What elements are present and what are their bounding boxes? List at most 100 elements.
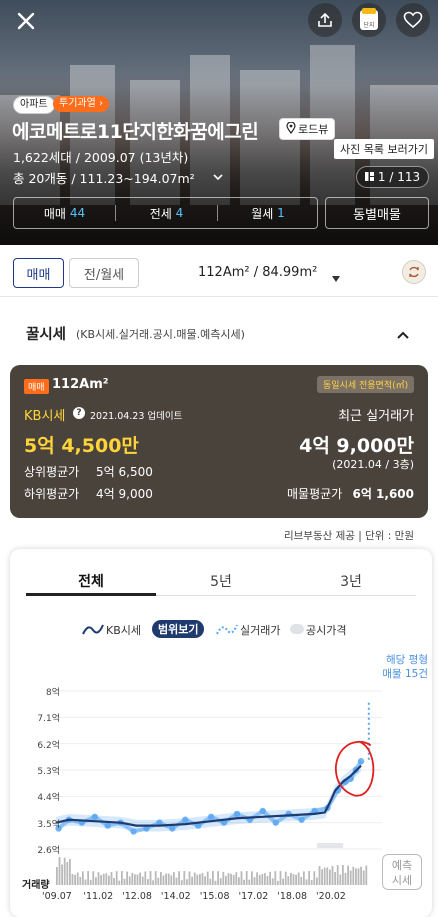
x-tick-label: '14.02 bbox=[160, 891, 191, 902]
tab-monthly[interactable]: 월세 1 bbox=[218, 198, 318, 228]
volume-bar bbox=[342, 865, 344, 885]
favorite-heart-icon[interactable] bbox=[396, 3, 430, 37]
volume-bar bbox=[316, 877, 318, 885]
chart-tab-indicator bbox=[26, 593, 156, 596]
volume-bar bbox=[76, 872, 79, 885]
tab-jeonse[interactable]: 전세 4 bbox=[116, 198, 217, 228]
recent-trade-date: (2021.04 / 3층) bbox=[332, 458, 414, 471]
volume-bar bbox=[108, 875, 110, 885]
section-subtitle: (KB시세.실거래.공시.매물.예측시세) bbox=[76, 328, 245, 341]
y-tick-label: 7.1억 bbox=[37, 714, 60, 725]
x-tick-label: '20.02 bbox=[316, 891, 346, 902]
volume-bar bbox=[274, 871, 277, 885]
volume-bar bbox=[323, 867, 326, 885]
volume-bar bbox=[235, 872, 238, 885]
volume-bar bbox=[290, 872, 292, 885]
filter-rent-button[interactable]: 전/월세 bbox=[69, 258, 139, 288]
chart-tab-5y[interactable]: 5년 bbox=[156, 571, 286, 591]
volume-bar bbox=[261, 873, 264, 885]
legend-public[interactable]: 공시가격 bbox=[306, 622, 346, 638]
volume-bar bbox=[214, 880, 217, 885]
exclusive-area-badge[interactable]: 동일시세 전용면적(㎡) bbox=[317, 376, 415, 393]
volume-bar bbox=[183, 871, 186, 885]
help-icon[interactable]: ? bbox=[73, 407, 85, 419]
report-label: 단지 bbox=[363, 22, 375, 29]
forecast-price-button[interactable]: 예측 시세 bbox=[382, 854, 422, 890]
roadview-button[interactable]: 로드뷰 bbox=[279, 118, 336, 140]
volume-bar bbox=[167, 873, 170, 885]
volume-bar bbox=[219, 878, 222, 885]
legend-trade[interactable]: 실거래가 bbox=[240, 622, 280, 638]
listing-note[interactable]: 해당 평형 매물 15건 bbox=[382, 653, 428, 681]
volume-bar bbox=[248, 879, 251, 885]
area-toggle-icon[interactable] bbox=[402, 260, 426, 284]
y-tick-label: 2.6억 bbox=[37, 846, 60, 856]
chevron-down-icon[interactable] bbox=[212, 168, 224, 187]
tab-sale-label: 매매 bbox=[43, 206, 66, 221]
price-summary-card: 매매 112Am² 동일시세 전용면적(㎡) KB시세 ? 2021.04.23… bbox=[10, 365, 428, 518]
close-icon[interactable] bbox=[14, 9, 38, 33]
share-icon[interactable] bbox=[308, 3, 342, 37]
chart-tab-all[interactable]: 전체 bbox=[26, 571, 156, 591]
speculation-zone-badge[interactable]: 투기과열 › bbox=[53, 96, 109, 112]
kb-price: 5억 4,500만 bbox=[24, 435, 139, 457]
volume-bar bbox=[266, 875, 269, 885]
volume-bar bbox=[63, 857, 66, 885]
volume-bar bbox=[87, 871, 89, 885]
volume-bar bbox=[160, 872, 162, 885]
volume-bar bbox=[256, 872, 258, 885]
volume-bar bbox=[264, 873, 266, 885]
tab-sale-count: 44 bbox=[69, 206, 86, 220]
filter-sale-button[interactable]: 매매 bbox=[13, 258, 64, 288]
volume-bar bbox=[89, 879, 92, 885]
photo-counter[interactable]: 1 / 113 bbox=[356, 166, 429, 188]
volume-bar bbox=[136, 874, 139, 885]
by-building-button[interactable]: 동별매물 bbox=[325, 197, 429, 229]
kb-update-date: 2021.04.23 업데이트 bbox=[90, 411, 183, 422]
recent-trade-label: 최근 실거래가 bbox=[338, 409, 414, 424]
photo-counter-text: 1 / 113 bbox=[377, 170, 421, 184]
volume-bar bbox=[170, 875, 173, 885]
volume-bar bbox=[339, 874, 342, 885]
volume-bar bbox=[123, 878, 126, 885]
volume-bar bbox=[232, 875, 235, 885]
volume-bar bbox=[303, 871, 305, 885]
volume-bar bbox=[193, 872, 196, 885]
volume-bar bbox=[308, 871, 310, 885]
legend-kb[interactable]: KB시세 bbox=[106, 622, 141, 638]
triangle-down-icon[interactable] bbox=[331, 268, 341, 287]
range-view-button[interactable]: 범위보기 bbox=[152, 620, 205, 638]
public-price-swatch bbox=[290, 624, 304, 634]
tab-jeonse-count: 4 bbox=[175, 206, 184, 220]
volume-bar bbox=[201, 872, 204, 885]
complex-title: 에코메트로11단지한화꿈에그린 bbox=[12, 121, 259, 143]
volume-bar bbox=[318, 866, 321, 885]
volume-bar bbox=[336, 865, 339, 885]
area-select[interactable]: 112Am² / 84.99m² bbox=[198, 265, 317, 280]
tab-sale[interactable]: 매매 44 bbox=[14, 198, 115, 228]
volume-bar bbox=[180, 880, 183, 885]
report-icon[interactable]: 단지 bbox=[352, 3, 386, 37]
photo-list-tooltip[interactable]: 사진 목록 보러가기 bbox=[334, 139, 434, 159]
upper-avg-value: 5억 6,500 bbox=[96, 465, 153, 479]
volume-bar bbox=[238, 877, 240, 885]
volume-bar bbox=[102, 873, 105, 885]
area-type: 112Am² bbox=[52, 377, 109, 392]
chart-tab-3y[interactable]: 3년 bbox=[286, 571, 416, 591]
volume-bar bbox=[186, 879, 188, 885]
volume-bar bbox=[144, 871, 147, 885]
volume-bar bbox=[141, 876, 144, 885]
volume-bar bbox=[121, 871, 123, 885]
listing-avg-label: 매물평균가 bbox=[287, 487, 343, 501]
volume-bar bbox=[329, 869, 331, 885]
volume-bar bbox=[295, 874, 297, 885]
volume-bar bbox=[71, 874, 74, 885]
volume-bar bbox=[227, 873, 230, 885]
x-tick-label: '18.08 bbox=[277, 891, 308, 902]
forecast-line2: 시세 bbox=[391, 874, 413, 887]
price-chart-plot[interactable] bbox=[52, 683, 382, 859]
x-tick-label: '15.08 bbox=[199, 891, 230, 902]
trade-volume-bars bbox=[56, 857, 368, 885]
chevron-up-icon[interactable] bbox=[396, 325, 410, 344]
volume-bar bbox=[56, 867, 58, 885]
